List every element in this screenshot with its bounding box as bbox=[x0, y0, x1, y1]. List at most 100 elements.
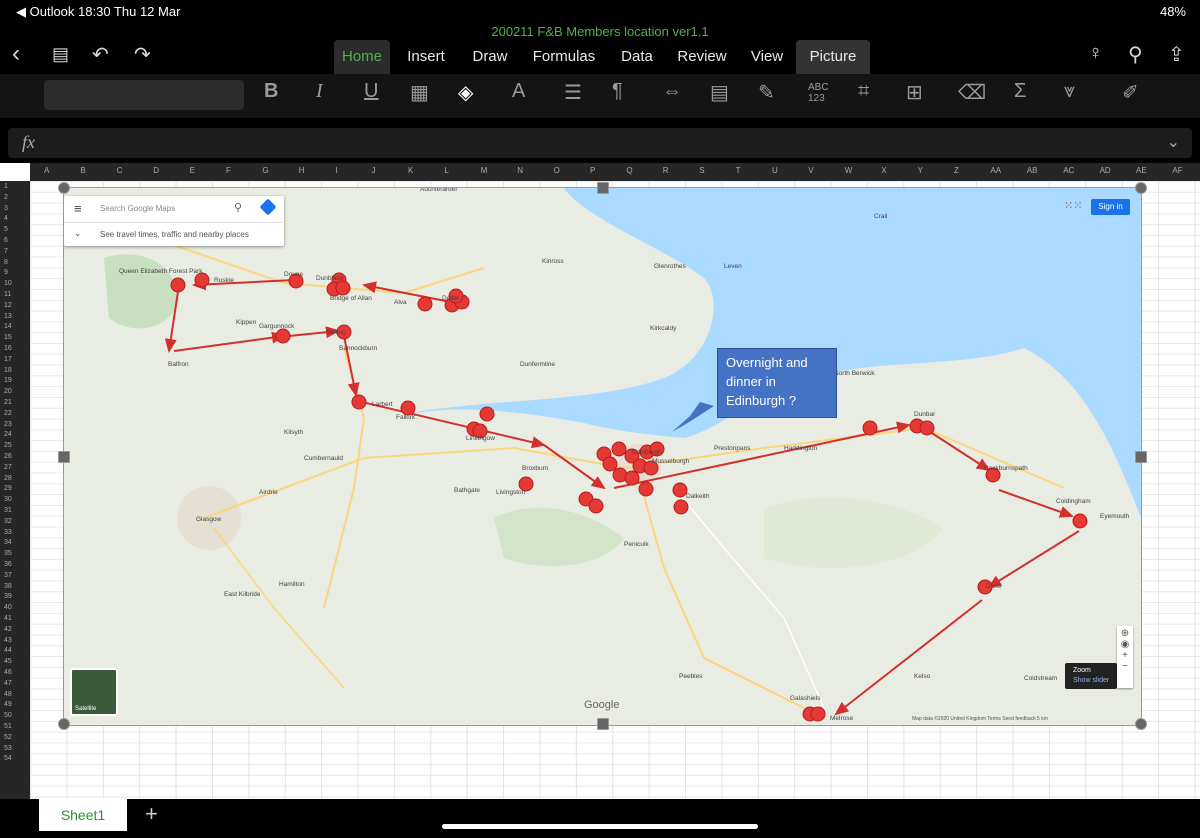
formula-bar[interactable]: fx ⌄ bbox=[8, 128, 1192, 158]
row-header[interactable]: 45 bbox=[4, 658, 12, 665]
tab-insert[interactable]: Insert bbox=[398, 40, 454, 74]
column-header[interactable]: AA bbox=[990, 166, 1001, 175]
row-header[interactable]: 48 bbox=[4, 691, 12, 698]
row-header[interactable]: 32 bbox=[4, 518, 12, 525]
row-header[interactable]: 7 bbox=[4, 248, 8, 255]
row-header[interactable]: 19 bbox=[4, 377, 12, 384]
row-header[interactable]: 8 bbox=[4, 259, 8, 266]
font-name-box[interactable] bbox=[44, 80, 244, 110]
apps-grid-icon[interactable]: ⁙⁙ bbox=[1064, 199, 1082, 212]
tab-picture[interactable]: Picture bbox=[796, 40, 870, 74]
align-icon[interactable]: ☰ bbox=[564, 80, 582, 105]
row-header[interactable]: 6 bbox=[4, 237, 8, 244]
row-header[interactable]: 43 bbox=[4, 637, 12, 644]
row-header[interactable]: 9 bbox=[4, 269, 8, 276]
map-picture[interactable]: Queen Elizabeth Forest Park Ruskie Doune Du… bbox=[63, 187, 1142, 726]
row-header[interactable]: 13 bbox=[4, 313, 12, 320]
resize-handle-b[interactable] bbox=[597, 718, 609, 730]
row-header[interactable]: 22 bbox=[4, 410, 12, 417]
wrap-icon[interactable]: ⇔ bbox=[662, 80, 682, 103]
row-header[interactable]: 38 bbox=[4, 583, 12, 590]
row-header[interactable]: 37 bbox=[4, 572, 12, 579]
format-painter-icon[interactable]: ✎ bbox=[758, 80, 775, 105]
row-header[interactable]: 52 bbox=[4, 734, 12, 741]
column-header[interactable]: AF bbox=[1172, 166, 1182, 175]
column-header[interactable]: X bbox=[881, 166, 886, 175]
resize-handle-l[interactable] bbox=[58, 451, 70, 463]
row-header[interactable]: 49 bbox=[4, 701, 12, 708]
row-header[interactable]: 50 bbox=[4, 712, 12, 719]
column-header[interactable]: W bbox=[845, 166, 853, 175]
row-header[interactable]: 5 bbox=[4, 226, 8, 233]
row-header[interactable]: 47 bbox=[4, 680, 12, 687]
search-icon[interactable]: ⚲ bbox=[234, 201, 242, 214]
column-header[interactable]: AE bbox=[1136, 166, 1147, 175]
row-header[interactable]: 1 bbox=[4, 183, 8, 190]
resize-handle-tr[interactable] bbox=[1135, 182, 1147, 194]
column-header[interactable]: Q bbox=[626, 166, 632, 175]
row-header[interactable]: 20 bbox=[4, 388, 12, 395]
back-icon[interactable]: ‹ bbox=[12, 40, 20, 68]
column-header[interactable]: I bbox=[335, 166, 337, 175]
row-header[interactable]: 26 bbox=[4, 453, 12, 460]
row-header[interactable]: 16 bbox=[4, 345, 12, 352]
search-placeholder[interactable]: Search Google Maps bbox=[100, 204, 175, 213]
font-color-button[interactable]: A bbox=[512, 80, 525, 103]
row-header[interactable]: 44 bbox=[4, 647, 12, 654]
edinburgh-callout[interactable]: Overnight and dinner in Edinburgh ? bbox=[717, 348, 837, 418]
column-header[interactable]: J bbox=[372, 166, 376, 175]
italic-button[interactable]: I bbox=[316, 80, 323, 103]
row-header[interactable]: 25 bbox=[4, 442, 12, 449]
resize-handle-r[interactable] bbox=[1135, 451, 1147, 463]
chevron-down-icon[interactable]: ⌄ bbox=[1167, 132, 1180, 152]
row-header[interactable]: 10 bbox=[4, 280, 12, 287]
add-sheet-icon[interactable]: + bbox=[145, 801, 158, 827]
column-header[interactable]: N bbox=[517, 166, 523, 175]
column-header[interactable]: E bbox=[190, 166, 195, 175]
sign-in-button[interactable]: Sign in bbox=[1091, 199, 1130, 215]
tab-data[interactable]: Data bbox=[612, 40, 662, 74]
zoom-in-button[interactable]: + bbox=[1117, 650, 1133, 661]
tab-draw[interactable]: Draw bbox=[462, 40, 518, 74]
row-header[interactable]: 36 bbox=[4, 561, 12, 568]
row-header[interactable]: 53 bbox=[4, 745, 12, 752]
row-header[interactable]: 11 bbox=[4, 291, 11, 298]
sort-filter-icon[interactable]: ⩔ bbox=[1064, 80, 1075, 103]
row-header[interactable]: 27 bbox=[4, 464, 12, 471]
show-slider-link[interactable]: Show slider bbox=[1073, 677, 1109, 684]
column-header[interactable]: AD bbox=[1100, 166, 1111, 175]
column-header[interactable]: Y bbox=[918, 166, 923, 175]
column-header[interactable]: AB bbox=[1027, 166, 1038, 175]
satellite-toggle[interactable]: Satellite bbox=[70, 668, 118, 716]
bold-button[interactable]: B bbox=[264, 80, 278, 103]
resize-handle-t[interactable] bbox=[597, 182, 609, 194]
row-header[interactable]: 35 bbox=[4, 550, 12, 557]
row-header[interactable]: 3 bbox=[4, 205, 8, 212]
eraser-icon[interactable]: ⌫ bbox=[958, 80, 986, 105]
file-icon[interactable]: ▤ bbox=[52, 44, 69, 65]
row-header[interactable]: 31 bbox=[4, 507, 12, 514]
borders-icon[interactable]: ▦ bbox=[410, 80, 429, 105]
row-header[interactable]: 24 bbox=[4, 431, 12, 438]
row-header[interactable]: 34 bbox=[4, 539, 12, 546]
row-header[interactable]: 18 bbox=[4, 367, 12, 374]
column-header[interactable]: O bbox=[554, 166, 560, 175]
column-header[interactable]: P bbox=[590, 166, 595, 175]
row-header[interactable]: 21 bbox=[4, 399, 12, 406]
resize-handle-br[interactable] bbox=[1135, 718, 1147, 730]
row-header[interactable]: 2 bbox=[4, 194, 8, 201]
lightbulb-icon[interactable]: ♀ bbox=[1088, 42, 1103, 65]
paragraph-icon[interactable]: ¶ bbox=[612, 80, 623, 103]
map-search-box[interactable]: ≡ Search Google Maps ⚲ ⌄ See travel time… bbox=[64, 196, 284, 246]
underline-button[interactable]: U bbox=[364, 80, 378, 103]
crop-icon[interactable]: ⌗ bbox=[858, 80, 869, 103]
locate-icon[interactable]: ◉ bbox=[1117, 639, 1133, 650]
row-header[interactable]: 12 bbox=[4, 302, 12, 309]
row-header[interactable]: 30 bbox=[4, 496, 12, 503]
resize-handle-tl[interactable] bbox=[58, 182, 70, 194]
redo-icon[interactable]: ↷ bbox=[134, 42, 151, 67]
column-header[interactable]: V bbox=[808, 166, 813, 175]
column-header[interactable]: L bbox=[444, 166, 448, 175]
zoom-out-button[interactable]: − bbox=[1117, 661, 1133, 672]
cell-styles-icon[interactable]: ▤ bbox=[710, 80, 729, 105]
